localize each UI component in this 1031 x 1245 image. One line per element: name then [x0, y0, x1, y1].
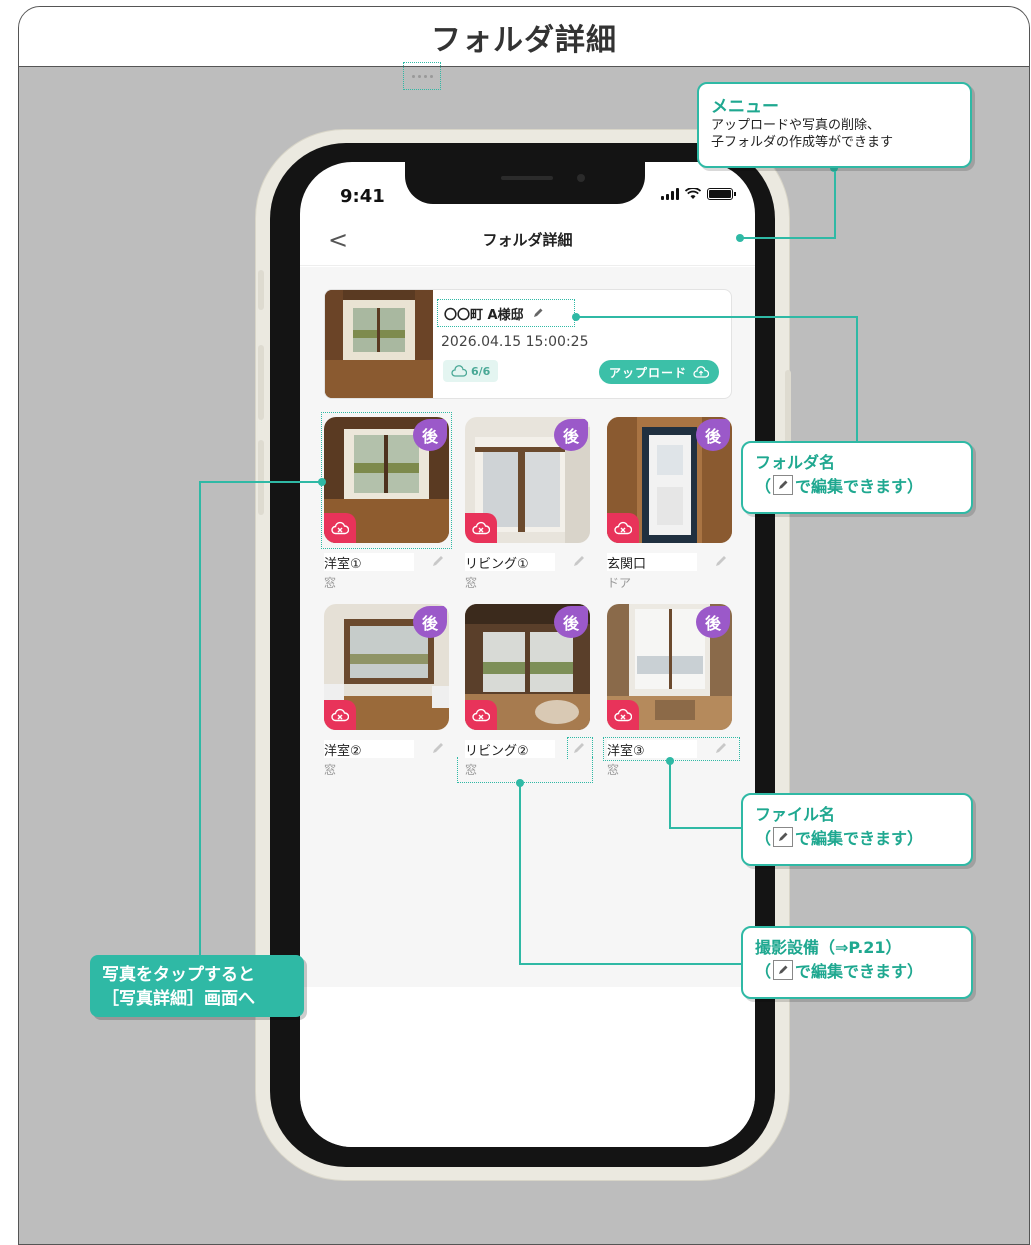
photo-thumbnail[interactable]: 後: [465, 604, 590, 730]
after-badge: 後: [696, 606, 730, 638]
folder-name-callout: フォルダ名 （ で編集できます）: [741, 441, 973, 514]
pencil-icon: [773, 475, 794, 495]
cloud-upload-icon: [693, 366, 709, 378]
cloud-off-icon: [607, 513, 639, 543]
nav-bar: < フォルダ詳細: [300, 212, 755, 266]
file-name-callout: ファイル名 （ で編集できます）: [741, 793, 973, 866]
phone-volume-up-button: [258, 345, 264, 420]
note-suffix: で編集できます）: [795, 477, 924, 496]
folder-name-callout-title: フォルダ名: [755, 453, 836, 472]
cloud-off-icon: [607, 700, 639, 730]
note-suffix: で編集できます）: [795, 962, 924, 981]
folder-name-field[interactable]: 〇〇町 A様邸: [437, 299, 575, 327]
status-time: 9:41: [340, 186, 385, 207]
photo-thumbnail[interactable]: 後: [465, 417, 590, 543]
wifi-icon: [685, 188, 701, 199]
photo-file-name: 玄関口: [607, 553, 697, 572]
folder-thumbnail: [325, 290, 433, 398]
equipment-highlight: [457, 757, 593, 783]
photo-file-name: リビング②: [465, 740, 555, 759]
note-prefix: （: [755, 829, 772, 848]
upload-button[interactable]: アップロード: [598, 360, 719, 384]
equipment-callout-note: （ で編集できます）: [755, 958, 959, 982]
menu-callout-line1: アップロードや写真の削除、: [711, 118, 881, 133]
pencil-icon[interactable]: [572, 554, 586, 568]
pencil-icon[interactable]: [532, 307, 544, 319]
nav-title: フォルダ詳細: [482, 231, 573, 249]
guide-header: フォルダ詳細: [19, 7, 1029, 67]
guide-title: フォルダ詳細: [431, 22, 617, 58]
equipment-callout-title: 撮影設備（⇒P.21）: [755, 938, 902, 957]
menu-callout-line2: 子フォルダの作成等ができます: [711, 135, 894, 150]
photo-equipment: 窓: [324, 576, 337, 590]
folder-card: 〇〇町 A様邸 2026.04.15 15:00:25 6/6 アップロード: [324, 289, 732, 399]
name-edit-highlight: [567, 737, 593, 759]
upload-count: 6/6: [471, 364, 491, 378]
photo-equipment: 窓: [324, 763, 337, 777]
pencil-icon: [773, 827, 794, 847]
tap-photo-callout-line2: ［写真詳細］画面へ: [102, 989, 255, 1009]
photo-file-name: 洋室②: [324, 740, 414, 759]
cloud-off-icon: [465, 700, 497, 730]
photo-file-name: 洋室①: [324, 553, 414, 572]
folder-name: 〇〇町 A様邸: [444, 307, 524, 323]
photo-card[interactable]: 後 洋室② 窓: [324, 604, 449, 777]
photo-file-name: リビング①: [465, 553, 555, 572]
equipment-callout: 撮影設備（⇒P.21） （ で編集できます）: [741, 926, 973, 999]
photo-thumbnail[interactable]: 後: [607, 604, 732, 730]
cloud-off-icon: [324, 700, 356, 730]
status-icons: [661, 188, 736, 200]
after-badge: 後: [554, 419, 588, 451]
more-dots-icon[interactable]: [403, 62, 441, 90]
cloud-icon: [451, 365, 467, 377]
tap-photo-callout-line1: 写真をタップすると: [102, 965, 255, 985]
after-badge: 後: [413, 606, 447, 638]
photo-card[interactable]: 後 リビング① 窓: [465, 417, 590, 590]
pencil-icon[interactable]: [714, 554, 728, 568]
folder-content: 〇〇町 A様邸 2026.04.15 15:00:25 6/6 アップロード 後…: [300, 267, 755, 987]
folder-date: 2026.04.15 15:00:25: [441, 334, 589, 350]
note-prefix: （: [755, 477, 772, 496]
after-badge: 後: [696, 419, 730, 451]
photo-card[interactable]: 後 リビング② 窓: [465, 604, 590, 777]
photo-thumbnail[interactable]: 後: [607, 417, 732, 543]
pencil-icon: [773, 960, 794, 980]
pencil-icon[interactable]: [431, 554, 445, 568]
upload-button-label: アップロード: [608, 365, 687, 380]
note-suffix: で編集できます）: [795, 829, 924, 848]
photo-equipment: 窓: [465, 576, 478, 590]
folder-name-callout-note: （ で編集できます）: [755, 473, 959, 497]
battery-icon: [707, 188, 736, 200]
phone-notch: [405, 162, 645, 204]
menu-callout: メニュー アップロードや写真の削除、 子フォルダの作成等ができます: [697, 82, 972, 168]
tap-photo-callout: 写真をタップすると ［写真詳細］画面へ: [90, 955, 304, 1017]
photo-card[interactable]: 後 玄関口 ドア: [607, 417, 732, 590]
note-prefix: （: [755, 962, 772, 981]
screen-bottom: [300, 987, 755, 1147]
after-badge: 後: [554, 606, 588, 638]
signal-icon: [661, 188, 679, 200]
photo-card[interactable]: 後 洋室③ 窓: [607, 604, 732, 777]
phone-volume-down-button: [258, 440, 264, 515]
pencil-icon[interactable]: [431, 741, 445, 755]
photo-equipment: 窓: [607, 763, 620, 777]
photo-equipment: ドア: [607, 576, 632, 590]
photo-thumbnail[interactable]: 後: [324, 604, 449, 730]
phone-screen: 9:41 < フォルダ詳細 〇〇町 A様邸 2026.04.15 15:00:2…: [300, 162, 755, 1147]
file-name-callout-title: ファイル名: [755, 805, 836, 824]
cloud-off-icon: [465, 513, 497, 543]
phone-mute-button: [258, 270, 264, 310]
file-name-callout-note: （ で編集できます）: [755, 825, 959, 849]
menu-callout-title: メニュー: [711, 97, 779, 117]
photo-highlight: [321, 412, 452, 549]
upload-count-badge: 6/6: [443, 360, 499, 382]
